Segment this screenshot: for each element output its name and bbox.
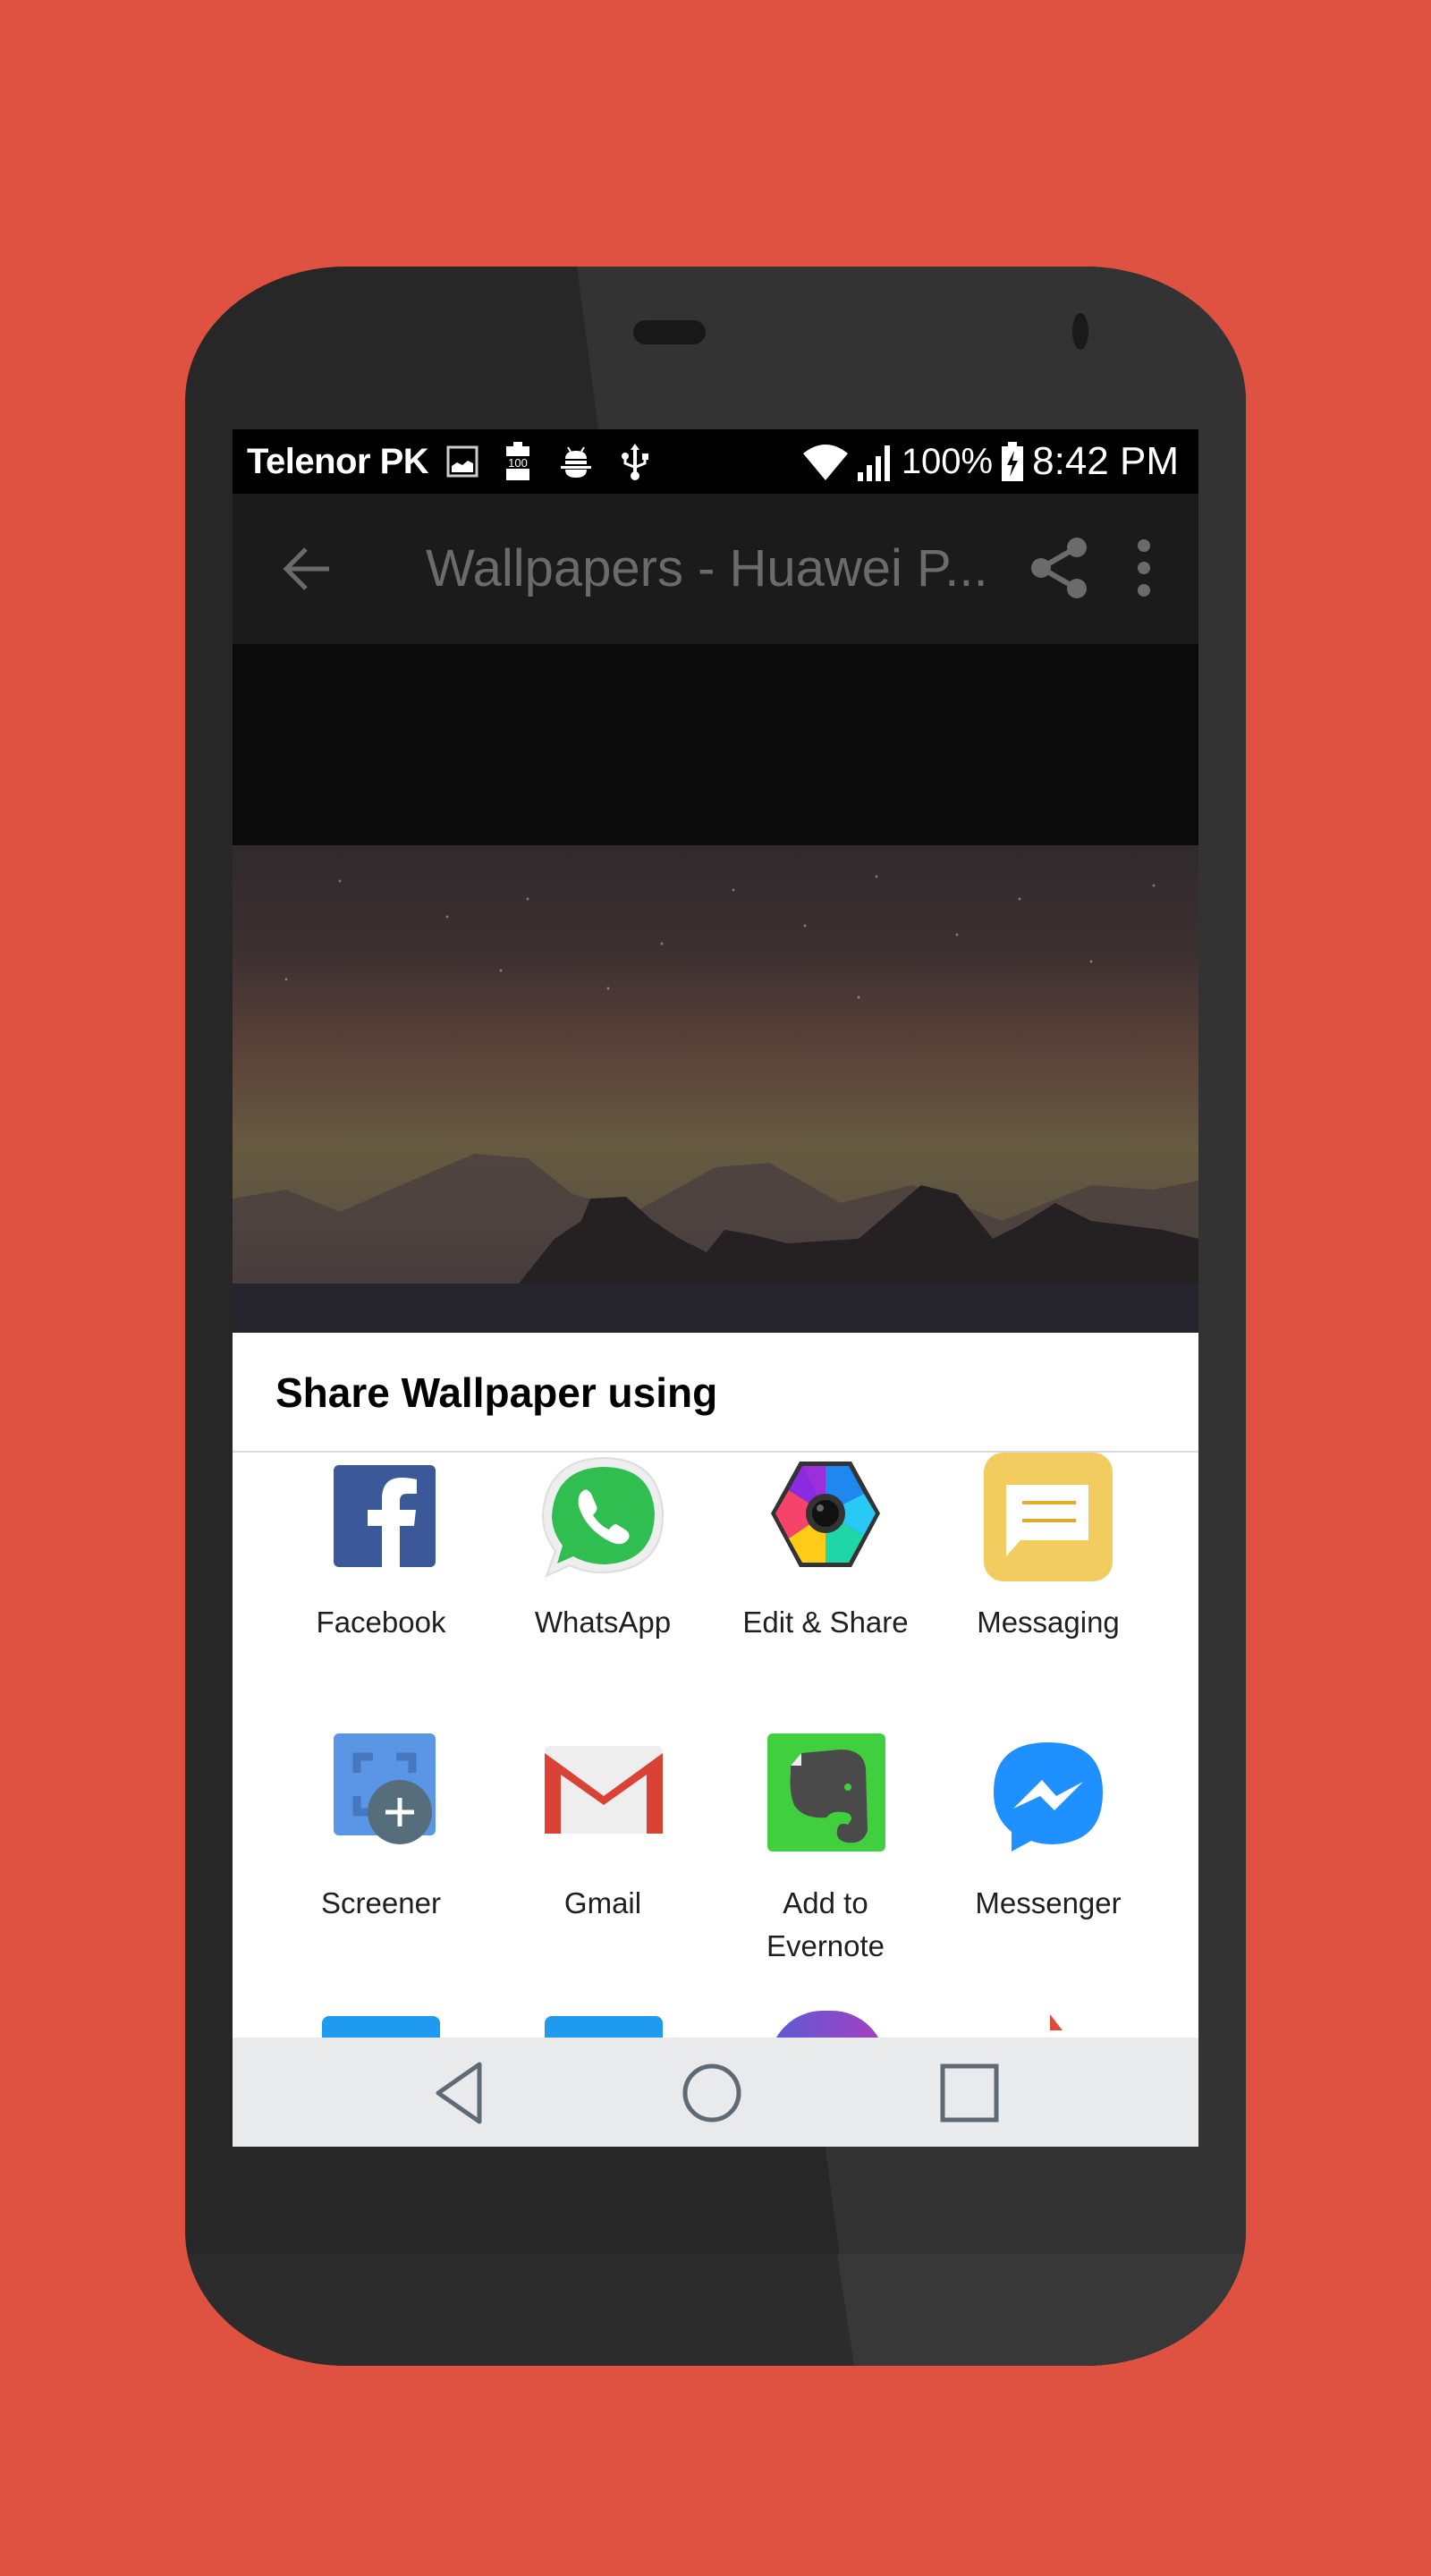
evernote-icon (758, 1733, 893, 1868)
clock: 8:42 PM (1032, 439, 1179, 483)
more-vert-icon (1138, 539, 1150, 597)
app-label: WhatsApp (534, 1606, 672, 1639)
app-label: Messenger (975, 1886, 1122, 1919)
share-icon (1031, 538, 1087, 598)
battery-saver-100-icon: 100 (504, 442, 532, 481)
app-label: Gmail (563, 1886, 642, 1919)
image-letterbox (233, 644, 1198, 845)
app-toolbar: Wallpapers - Huawei P... (233, 494, 1198, 644)
share-button[interactable] (1030, 537, 1089, 599)
whatsapp-icon (536, 1453, 670, 1587)
screener-icon (314, 1733, 448, 1868)
wallpaper-preview (233, 845, 1198, 1333)
battery-percent: 100% (901, 441, 994, 481)
more-options-button[interactable] (1132, 538, 1156, 597)
status-bar: Telenor PK 100 100% 8:42 PM (233, 429, 1198, 494)
nav-recents-icon (940, 2063, 999, 2123)
share-sheet: Share Wallpaper using Facebook WhatsApp (233, 1333, 1198, 2038)
share-target-messaging[interactable]: Messaging (941, 1453, 1156, 1644)
battery-charging-icon (1002, 442, 1024, 481)
app-label: Facebook (316, 1606, 446, 1639)
nav-home-button[interactable] (680, 2061, 744, 2125)
svg-text:100: 100 (508, 456, 528, 470)
mountain-landscape (233, 875, 1198, 1333)
share-target-evernote[interactable]: Add to Evernote (718, 1733, 933, 1968)
phone-screen: Telenor PK 100 100% 8:42 PM Wallpapers -… (233, 429, 1198, 2147)
partial-app-icon[interactable] (545, 2016, 663, 2038)
share-target-screener[interactable]: Screener (274, 1733, 488, 1925)
toolbar-title: Wallpapers - Huawei P... (426, 539, 988, 597)
system-nav-bar (233, 2038, 1198, 2147)
share-target-facebook[interactable]: Facebook (274, 1453, 488, 1644)
front-camera (1072, 313, 1088, 350)
share-target-whatsapp[interactable]: WhatsApp (495, 1453, 710, 1644)
gallery-icon (446, 445, 478, 479)
edit-share-icon (758, 1453, 893, 1587)
carrier-name: Telenor PK (247, 441, 429, 481)
partial-app-icon[interactable] (769, 2011, 885, 2038)
back-button[interactable] (283, 544, 333, 594)
nav-back-button[interactable] (431, 2061, 495, 2125)
partial-app-icon[interactable] (322, 2016, 440, 2038)
share-sheet-title: Share Wallpaper using (275, 1369, 718, 1416)
gmail-icon (536, 1733, 670, 1868)
app-label: Add to Evernote (766, 1886, 885, 1962)
app-label: Messaging (977, 1606, 1120, 1639)
share-sheet-header: Share Wallpaper using (233, 1333, 1198, 1453)
earpiece-speaker (633, 320, 706, 344)
nav-back-icon (436, 2062, 482, 2124)
messaging-icon (981, 1453, 1115, 1587)
app-label: Screener (321, 1886, 441, 1919)
wifi-icon (802, 443, 848, 480)
partial-app-icon[interactable] (1050, 2014, 1063, 2030)
share-target-gmail[interactable]: Gmail (495, 1733, 710, 1925)
share-target-messenger[interactable]: Messenger (941, 1733, 1156, 1925)
signal-icon (857, 442, 893, 481)
messenger-icon (981, 1733, 1115, 1868)
android-debug-icon (559, 444, 593, 479)
nav-home-icon (682, 2063, 741, 2123)
app-label: Edit & Share (742, 1606, 909, 1639)
facebook-icon (314, 1453, 448, 1587)
share-target-edit-share[interactable]: Edit & Share (718, 1453, 933, 1644)
nav-recents-button[interactable] (937, 2061, 1002, 2125)
usb-icon (620, 442, 650, 481)
arrow-back-icon (283, 547, 329, 590)
